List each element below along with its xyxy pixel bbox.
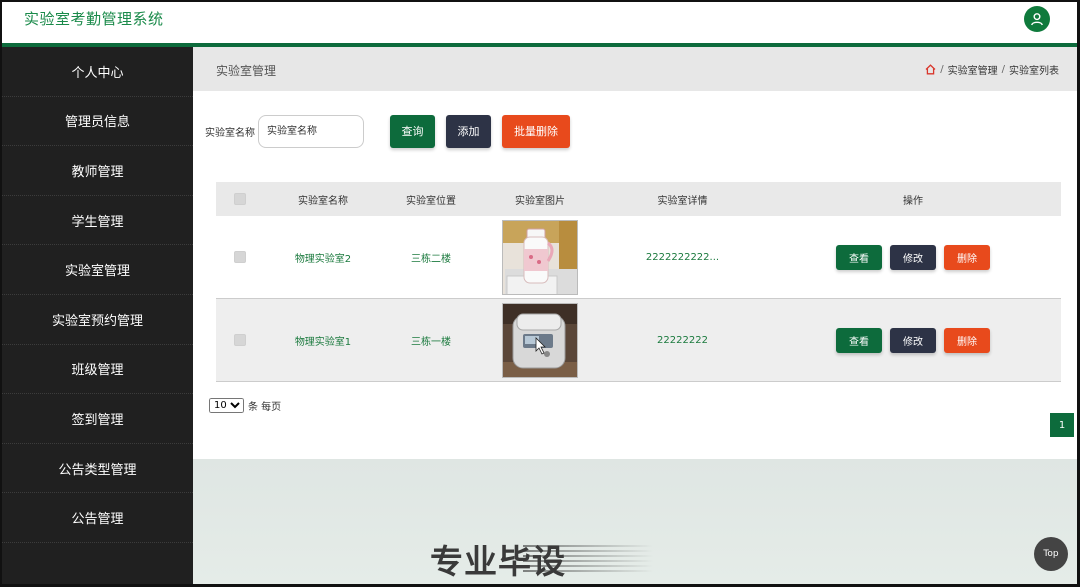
query-button[interactable]: 查询 bbox=[390, 114, 435, 148]
add-button[interactable]: 添加 bbox=[446, 114, 491, 148]
sidebar-item-label: 公告类型管理 bbox=[58, 462, 137, 478]
cell-lab-detail: 2222222222... bbox=[645, 251, 720, 263]
sidebar-item-label: 实验室管理 bbox=[64, 264, 130, 280]
rice-cooker-photo bbox=[503, 303, 577, 377]
delete-button[interactable]: 删除 bbox=[944, 327, 990, 353]
breadcrumb-separator: / bbox=[1001, 64, 1005, 75]
lab-table: 实验室名称 实验室位置 实验室图片 实验室详情 操作 物理实验室2 三栋二楼 2… bbox=[216, 182, 1061, 382]
app-title: 实验室考勤管理系统 bbox=[24, 10, 164, 28]
table-row: 物理实验室1 三栋一楼 22222222 查看 修改 删除 bbox=[216, 299, 1061, 382]
sidebar-item-teacher-management[interactable]: 教师管理 bbox=[2, 146, 193, 196]
search-input[interactable] bbox=[258, 114, 364, 148]
sidebar-item-label: 教师管理 bbox=[71, 164, 124, 180]
view-button[interactable]: 查看 bbox=[836, 244, 882, 270]
sidebar-item-label: 班级管理 bbox=[71, 363, 124, 379]
sidebar-item-notice-management[interactable]: 公告管理 bbox=[2, 493, 193, 543]
sidebar-item-personal-center[interactable]: 个人中心 bbox=[2, 47, 193, 97]
column-header-actions: 操作 bbox=[903, 195, 923, 207]
breadcrumb-bar: 实验室管理 / 实验室管理 / 实验室列表 bbox=[193, 47, 1077, 91]
search-label: 实验室名称 bbox=[205, 127, 255, 139]
page-number-button[interactable]: 1 bbox=[1050, 413, 1074, 437]
cell-lab-name: 物理实验室2 bbox=[294, 253, 352, 265]
user-icon bbox=[1031, 13, 1043, 26]
soymilk-maker-photo bbox=[503, 220, 577, 294]
user-avatar-button[interactable] bbox=[1024, 6, 1050, 32]
watermark-text: 专业毕设 bbox=[430, 542, 566, 581]
row-checkbox[interactable] bbox=[234, 251, 246, 263]
sidebar-item-class-management[interactable]: 班级管理 bbox=[2, 345, 193, 395]
delete-button[interactable]: 删除 bbox=[944, 244, 990, 270]
page-title: 实验室管理 bbox=[216, 64, 277, 78]
edit-button[interactable]: 修改 bbox=[890, 327, 936, 353]
row-actions: 查看 修改 删除 bbox=[765, 244, 1061, 270]
cell-lab-location: 三栋一楼 bbox=[411, 336, 451, 348]
cell-lab-location: 三栋二楼 bbox=[411, 253, 451, 265]
sidebar-item-lab-management[interactable]: 实验室管理 bbox=[2, 245, 193, 295]
home-icon[interactable] bbox=[925, 64, 936, 75]
page-size-suffix: 条 每页 bbox=[248, 402, 282, 413]
table-header: 实验室名称 实验室位置 实验室图片 实验室详情 操作 bbox=[216, 182, 1061, 216]
sidebar-item-admin-info[interactable]: 管理员信息 bbox=[2, 97, 193, 147]
sidebar-item-label: 管理员信息 bbox=[64, 115, 130, 131]
row-actions: 查看 修改 删除 bbox=[765, 327, 1061, 353]
lab-image-thumbnail[interactable] bbox=[502, 302, 578, 378]
sidebar-item-checkin-management[interactable]: 签到管理 bbox=[2, 394, 193, 444]
column-header-name: 实验室名称 bbox=[298, 195, 348, 207]
sidebar-item-label: 个人中心 bbox=[71, 65, 124, 81]
search-toolbar: 实验室名称 查询 添加 批量删除 bbox=[205, 114, 570, 148]
column-header-detail: 实验室详情 bbox=[657, 195, 708, 207]
edit-button[interactable]: 修改 bbox=[890, 244, 936, 270]
sidebar-item-label: 签到管理 bbox=[71, 412, 124, 428]
sidebar-item-label: 实验室预约管理 bbox=[51, 313, 143, 329]
page-size-select[interactable]: 10 bbox=[209, 398, 244, 413]
sidebar-item-notice-type-management[interactable]: 公告类型管理 bbox=[2, 444, 193, 494]
sidebar-item-label: 学生管理 bbox=[71, 214, 124, 230]
column-header-image: 实验室图片 bbox=[515, 195, 565, 207]
sidebar-item-label: 公告管理 bbox=[71, 512, 124, 528]
sidebar: 个人中心 管理员信息 教师管理 学生管理 实验室管理 实验室预约管理 班级管理 … bbox=[2, 47, 193, 584]
page-size-control: 10 条 每页 bbox=[209, 398, 281, 413]
batch-delete-button[interactable]: 批量删除 bbox=[502, 114, 570, 148]
cell-lab-detail: 22222222 bbox=[657, 334, 708, 346]
cell-lab-name: 物理实验室1 bbox=[294, 336, 352, 348]
app-window: 实验室考勤管理系统 个人中心 管理员信息 教师管理 学生管理 实验室管理 实验室… bbox=[2, 2, 1077, 584]
row-checkbox[interactable] bbox=[234, 334, 246, 346]
main-content: 实验室管理 / 实验室管理 / 实验室列表 实验室名称 查询 添加 批量删除 bbox=[193, 47, 1077, 584]
select-all-checkbox[interactable] bbox=[234, 193, 246, 205]
breadcrumb-current: 实验室列表 bbox=[1009, 66, 1059, 77]
table-row: 物理实验室2 三栋二楼 2222222222... 查看 修改 删除 bbox=[216, 216, 1061, 299]
sidebar-item-student-management[interactable]: 学生管理 bbox=[2, 196, 193, 246]
breadcrumb-separator: / bbox=[940, 64, 944, 75]
sidebar-item-lab-reservation[interactable]: 实验室预约管理 bbox=[2, 295, 193, 345]
lab-image-thumbnail[interactable] bbox=[502, 219, 578, 295]
breadcrumb-link-lab-management[interactable]: 实验室管理 bbox=[948, 62, 998, 77]
column-header-location: 实验室位置 bbox=[406, 195, 456, 207]
footer-band: 专业毕设 Top bbox=[193, 459, 1077, 584]
view-button[interactable]: 查看 bbox=[836, 327, 882, 353]
breadcrumb: / 实验室管理 / 实验室列表 bbox=[925, 62, 1059, 77]
back-to-top-button[interactable]: Top bbox=[1034, 537, 1068, 571]
top-header: 实验室考勤管理系统 bbox=[2, 2, 1077, 43]
